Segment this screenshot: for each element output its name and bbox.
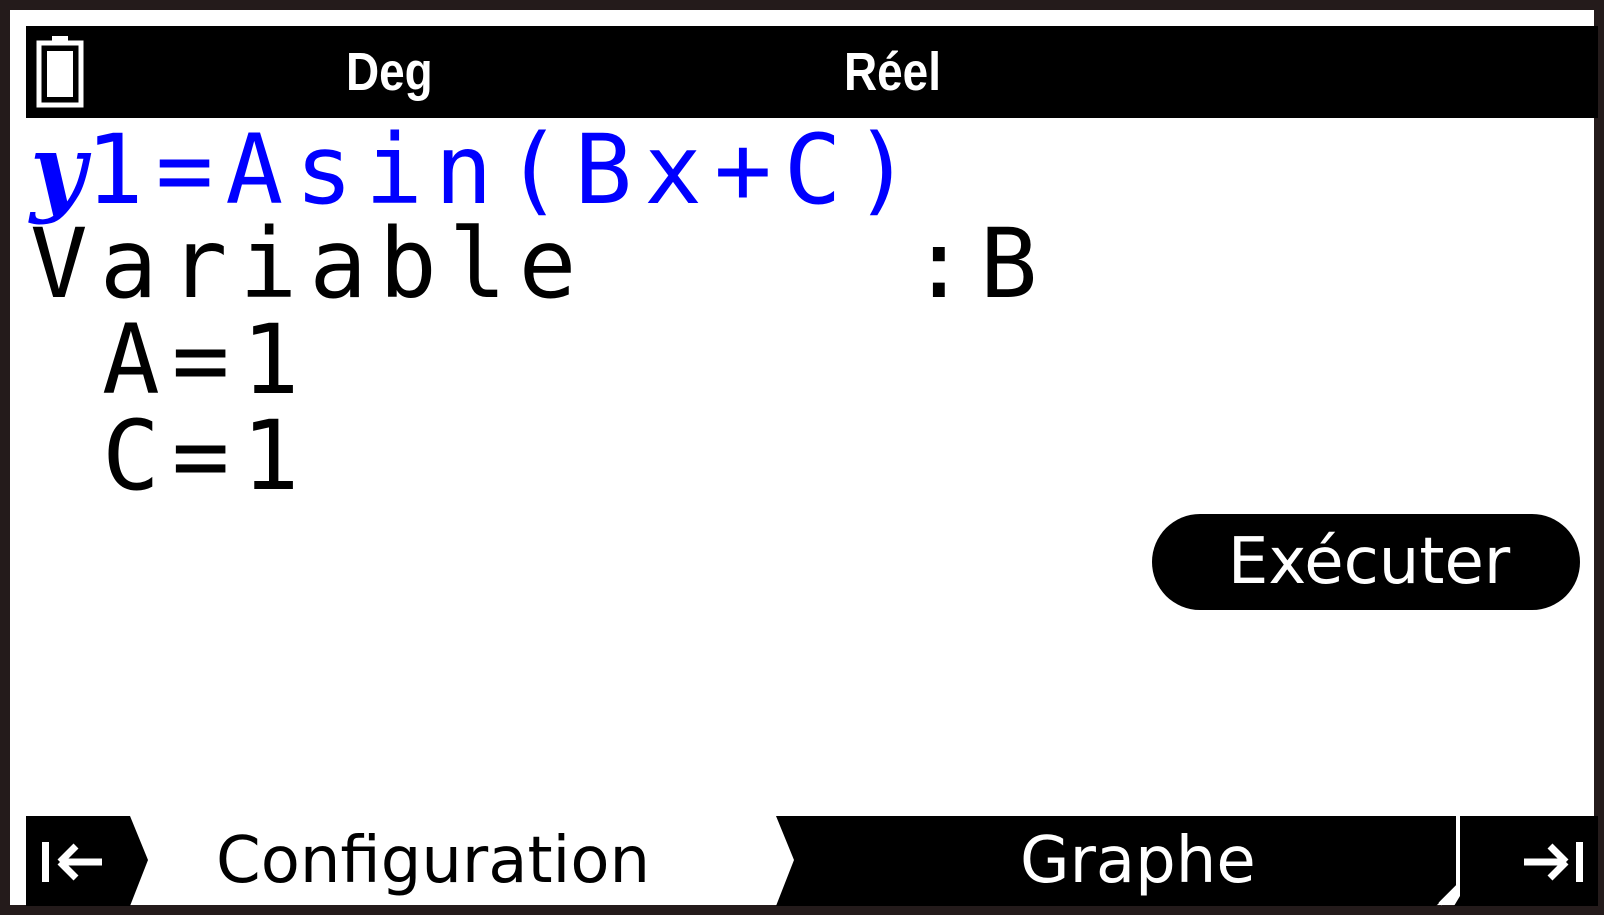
tab-graph[interactable]: Graphe bbox=[1020, 816, 1256, 906]
variable-label: Variable bbox=[30, 208, 589, 320]
param-c-line[interactable]: C=1 bbox=[102, 408, 311, 504]
jump-right-icon[interactable] bbox=[1522, 840, 1586, 884]
tab-bar: Configuration Graphe bbox=[26, 816, 1598, 906]
status-bar: Deg Réel bbox=[26, 26, 1598, 118]
execute-button[interactable]: Exécuter bbox=[1152, 514, 1580, 610]
jump-left-icon[interactable] bbox=[40, 840, 104, 884]
tab-configuration[interactable]: Configuration bbox=[216, 816, 650, 906]
function-line[interactable]: y1=Asin(Bx+C) bbox=[30, 122, 923, 219]
param-a-line[interactable]: A=1 bbox=[102, 312, 311, 408]
variable-value: :B bbox=[910, 208, 1050, 320]
calculator-screen: Deg Réel y1=Asin(Bx+C) Variable :B A=1 C… bbox=[0, 0, 1604, 915]
number-mode-indicator: Réel bbox=[844, 42, 941, 102]
angle-unit-indicator: Deg bbox=[346, 42, 433, 102]
battery-icon bbox=[36, 36, 84, 108]
